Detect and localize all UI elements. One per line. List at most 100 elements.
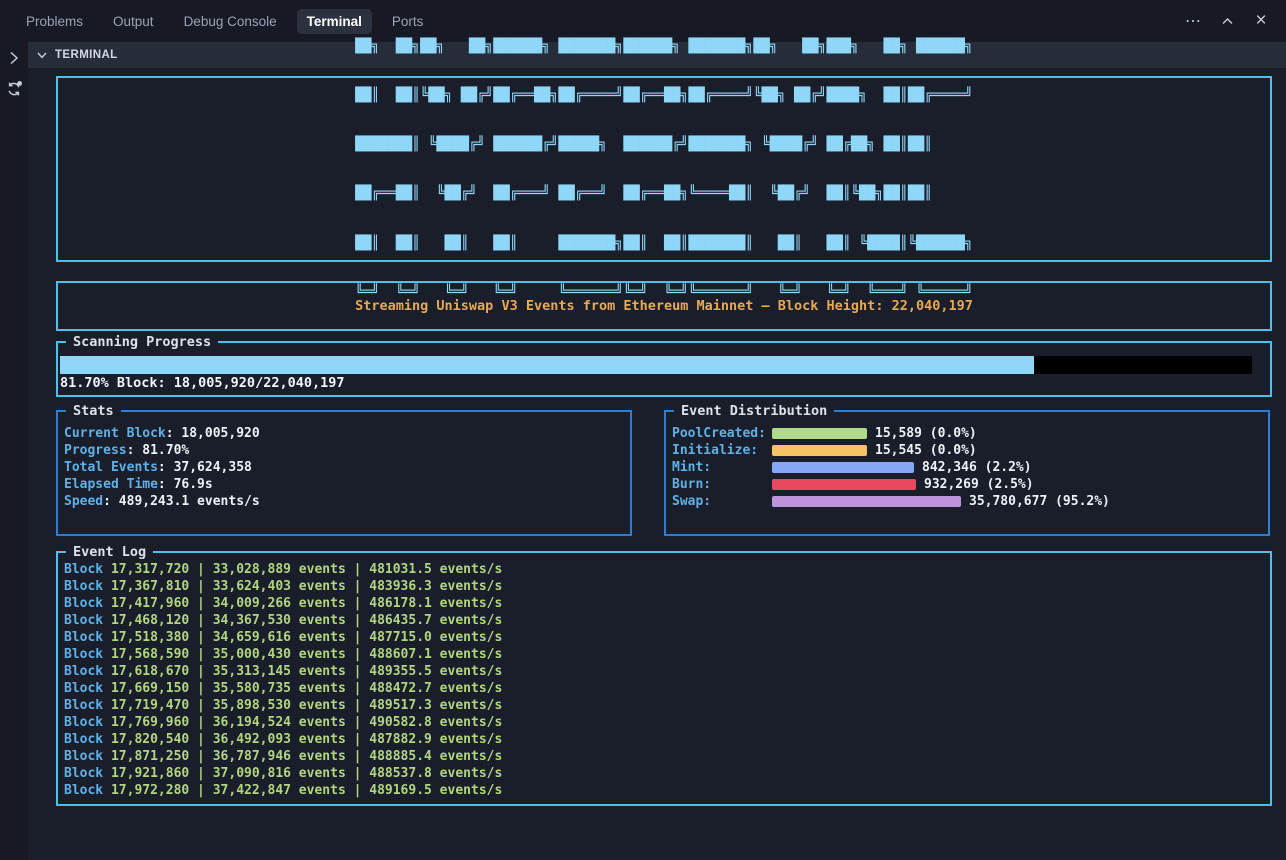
stat-value: : 76.9s [158, 477, 213, 492]
event-log-row: Block 17,972,280 | 37,422,847 events | 4… [64, 782, 1264, 799]
more-actions-icon[interactable]: ⋯ [1180, 8, 1206, 34]
log-block-label: Block [64, 596, 103, 611]
panel-window-controls: ⋯ × [1180, 8, 1274, 34]
event-log-row: Block 17,417,960 | 34,009,266 events | 4… [64, 595, 1264, 612]
banner-line: ██║ ██║ ██║ ██║ ███████╗██║ ██║███████║ … [355, 235, 973, 251]
event-log-row: Block 17,871,250 | 36,787,946 events | 4… [64, 748, 1264, 765]
chevron-down-icon[interactable] [36, 49, 48, 61]
stat-value: : 18,005,920 [166, 426, 260, 441]
event-log-row: Block 17,769,960 | 36,194,524 events | 4… [64, 714, 1264, 731]
distribution-row-burn: Burn: 932,269 (2.5%) [672, 476, 1262, 493]
event-log-row: Block 17,317,720 | 33,028,889 events | 4… [64, 561, 1264, 578]
distribution-label: Initialize: [672, 443, 772, 458]
event-log-row: Block 17,719,470 | 35,898,530 events | 4… [64, 697, 1264, 714]
distribution-value: 35,780,677 (95.2%) [969, 494, 1110, 509]
log-row-text: 17,618,670 | 35,313,145 events | 489355.… [103, 664, 502, 679]
log-block-label: Block [64, 698, 103, 713]
log-row-text: 17,367,810 | 33,624,403 events | 483936.… [103, 579, 502, 594]
stat-value: : 489,243.1 events/s [103, 494, 260, 509]
log-row-text: 17,871,250 | 36,787,946 events | 488885.… [103, 749, 502, 764]
terminal-viewport[interactable]: ██╗ ██╗██╗ ██╗██████╗ ███████╗██████╗ ██… [28, 68, 1286, 860]
banner-box: ██╗ ██╗██╗ ██╗██████╗ ███████╗██████╗ ██… [56, 76, 1272, 262]
distribution-label: PoolCreated: [672, 426, 772, 441]
distribution-value: 15,589 (0.0%) [875, 426, 977, 441]
log-block-label: Block [64, 579, 103, 594]
subtitle-box: Streaming Uniswap V3 Events from Ethereu… [56, 281, 1272, 331]
event-log-row: Block 17,669,150 | 35,580,735 events | 4… [64, 680, 1264, 697]
stat-label: Progress [64, 443, 127, 458]
event-log-row: Block 17,367,810 | 33,624,403 events | 4… [64, 578, 1264, 595]
scanning-progress-box: Scanning Progress 81.70% Block: 18,005,9… [56, 341, 1272, 397]
log-block-label: Block [64, 749, 103, 764]
log-block-label: Block [64, 715, 103, 730]
panel-body: TERMINAL ██╗ ██╗██╗ ██╗██████╗ ███████╗█… [0, 42, 1286, 860]
stat-value: : 37,624,358 [158, 460, 252, 475]
banner-line: ██╔══██║ ╚██╔╝ ██╔═══╝ ██╔══╝ ██╔══██╗╚═… [355, 185, 973, 201]
close-panel-icon[interactable]: × [1248, 8, 1274, 34]
distribution-row-swap: Swap: 35,780,677 (95.2%) [672, 493, 1262, 510]
event-log-box: Event Log Block 17,317,720 | 33,028,889 … [56, 551, 1272, 806]
log-row-text: 17,972,280 | 37,422,847 events | 489169.… [103, 783, 502, 798]
distribution-bar [772, 462, 914, 473]
log-block-label: Block [64, 732, 103, 747]
event-distribution-title: Event Distribution [674, 402, 834, 421]
log-row-text: 17,568,590 | 35,000,430 events | 488607.… [103, 647, 502, 662]
log-row-text: 17,719,470 | 35,898,530 events | 489517.… [103, 698, 502, 713]
stat-label: Current Block [64, 426, 166, 441]
scanning-progress-title: Scanning Progress [66, 333, 218, 352]
log-block-label: Block [64, 664, 103, 679]
distribution-bar [772, 479, 916, 490]
stat-label: Total Events [64, 460, 158, 475]
log-row-text: 17,820,540 | 36,492,093 events | 487882.… [103, 732, 502, 747]
log-block-label: Block [64, 766, 103, 781]
progress-label: 81.70% Block: 18,005,920/22,040,197 [60, 374, 1252, 393]
distribution-bar [772, 496, 961, 507]
distribution-value: 932,269 (2.5%) [924, 477, 1034, 492]
maximize-panel-icon[interactable] [1214, 8, 1240, 34]
progress-bar-track [60, 356, 1252, 374]
stats-title: Stats [66, 402, 121, 421]
panel-title: TERMINAL [55, 49, 118, 61]
stat-label: Elapsed Time [64, 477, 158, 492]
banner-line: ██║ ██║╚██╗ ██╔╝██╔══██╗██╔════╝██╔══██╗… [355, 87, 973, 103]
stat-value: : 81.70% [127, 443, 190, 458]
distribution-row-initialize: Initialize: 15,545 (0.0%) [672, 442, 1262, 459]
stream-subtitle: Streaming Uniswap V3 Events from Ethereu… [355, 298, 973, 314]
progress-bar-fill [60, 356, 1034, 374]
stats-box: Stats Current Block: 18,005,920 Progress… [56, 410, 632, 536]
event-log-title: Event Log [66, 543, 153, 562]
event-log-row: Block 17,518,380 | 34,659,616 events | 4… [64, 629, 1264, 646]
distribution-value: 842,346 (2.2%) [922, 460, 1032, 475]
log-block-label: Block [64, 562, 103, 577]
distribution-bar [772, 445, 867, 456]
event-log-row: Block 17,468,120 | 34,367,530 events | 4… [64, 612, 1264, 629]
event-log-row: Block 17,820,540 | 36,492,093 events | 4… [64, 731, 1264, 748]
log-block-label: Block [64, 613, 103, 628]
tab-debug-console[interactable]: Debug Console [174, 9, 287, 34]
distribution-row-poolcreated: PoolCreated: 15,589 (0.0%) [672, 425, 1262, 442]
distribution-bar [772, 428, 867, 439]
panel-side-strip [0, 42, 28, 860]
banner-line: ██╗ ██╗██╗ ██╗██████╗ ███████╗██████╗ ██… [355, 38, 973, 54]
tab-problems[interactable]: Problems [16, 9, 93, 34]
stat-current-block: Current Block: 18,005,920 [64, 425, 624, 442]
distribution-label: Mint: [672, 460, 772, 475]
log-row-text: 17,769,960 | 36,194,524 events | 490582.… [103, 715, 502, 730]
log-row-text: 17,417,960 | 34,009,266 events | 486178.… [103, 596, 502, 611]
sync-icon[interactable] [5, 80, 23, 98]
event-log-row: Block 17,921,860 | 37,090,816 events | 4… [64, 765, 1264, 782]
event-log-row: Block 17,618,670 | 35,313,145 events | 4… [64, 663, 1264, 680]
stat-progress: Progress: 81.70% [64, 442, 624, 459]
log-block-label: Block [64, 783, 103, 798]
log-row-text: 17,468,120 | 34,367,530 events | 486435.… [103, 613, 502, 628]
stat-elapsed-time: Elapsed Time: 76.9s [64, 476, 624, 493]
log-block-label: Block [64, 647, 103, 662]
expand-chevron-icon[interactable] [7, 50, 21, 66]
stat-total-events: Total Events: 37,624,358 [64, 459, 624, 476]
event-log-row: Block 17,568,590 | 35,000,430 events | 4… [64, 646, 1264, 663]
distribution-label: Burn: [672, 477, 772, 492]
tab-output[interactable]: Output [103, 9, 164, 34]
banner-line: ███████║ ╚████╔╝ ██████╔╝█████╗ ██████╔╝… [355, 136, 973, 152]
stat-speed: Speed: 489,243.1 events/s [64, 493, 624, 510]
event-distribution-box: Event Distribution PoolCreated: 15,589 (… [664, 410, 1270, 536]
